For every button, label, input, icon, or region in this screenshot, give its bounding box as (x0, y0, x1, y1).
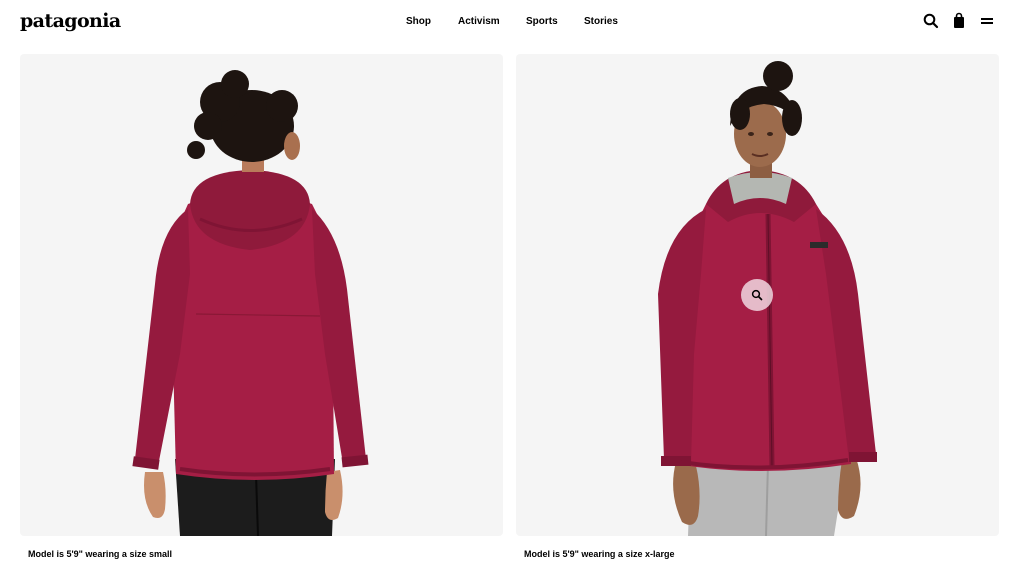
nav-sports[interactable]: Sports (526, 16, 558, 28)
site-header: patagonia Shop Activism Sports Stories (0, 0, 1024, 44)
image-caption-front: Model is 5'9" wearing a size x-large (524, 549, 675, 559)
nav-stories[interactable]: Stories (584, 16, 618, 28)
product-image-front[interactable] (516, 54, 999, 536)
nav-activism[interactable]: Activism (458, 16, 500, 28)
zoom-button[interactable] (741, 279, 773, 311)
menu-icon[interactable] (979, 12, 997, 30)
model-back-figure (132, 70, 369, 536)
magnifier-icon (751, 289, 763, 301)
nav-shop[interactable]: Shop (406, 16, 431, 28)
search-icon[interactable] (922, 12, 940, 30)
shopping-bag-icon[interactable] (950, 12, 968, 30)
image-caption-back: Model is 5'9" wearing a size small (28, 549, 172, 559)
product-image-back[interactable] (20, 54, 503, 536)
main-nav: Shop Activism Sports Stories (0, 16, 1024, 30)
